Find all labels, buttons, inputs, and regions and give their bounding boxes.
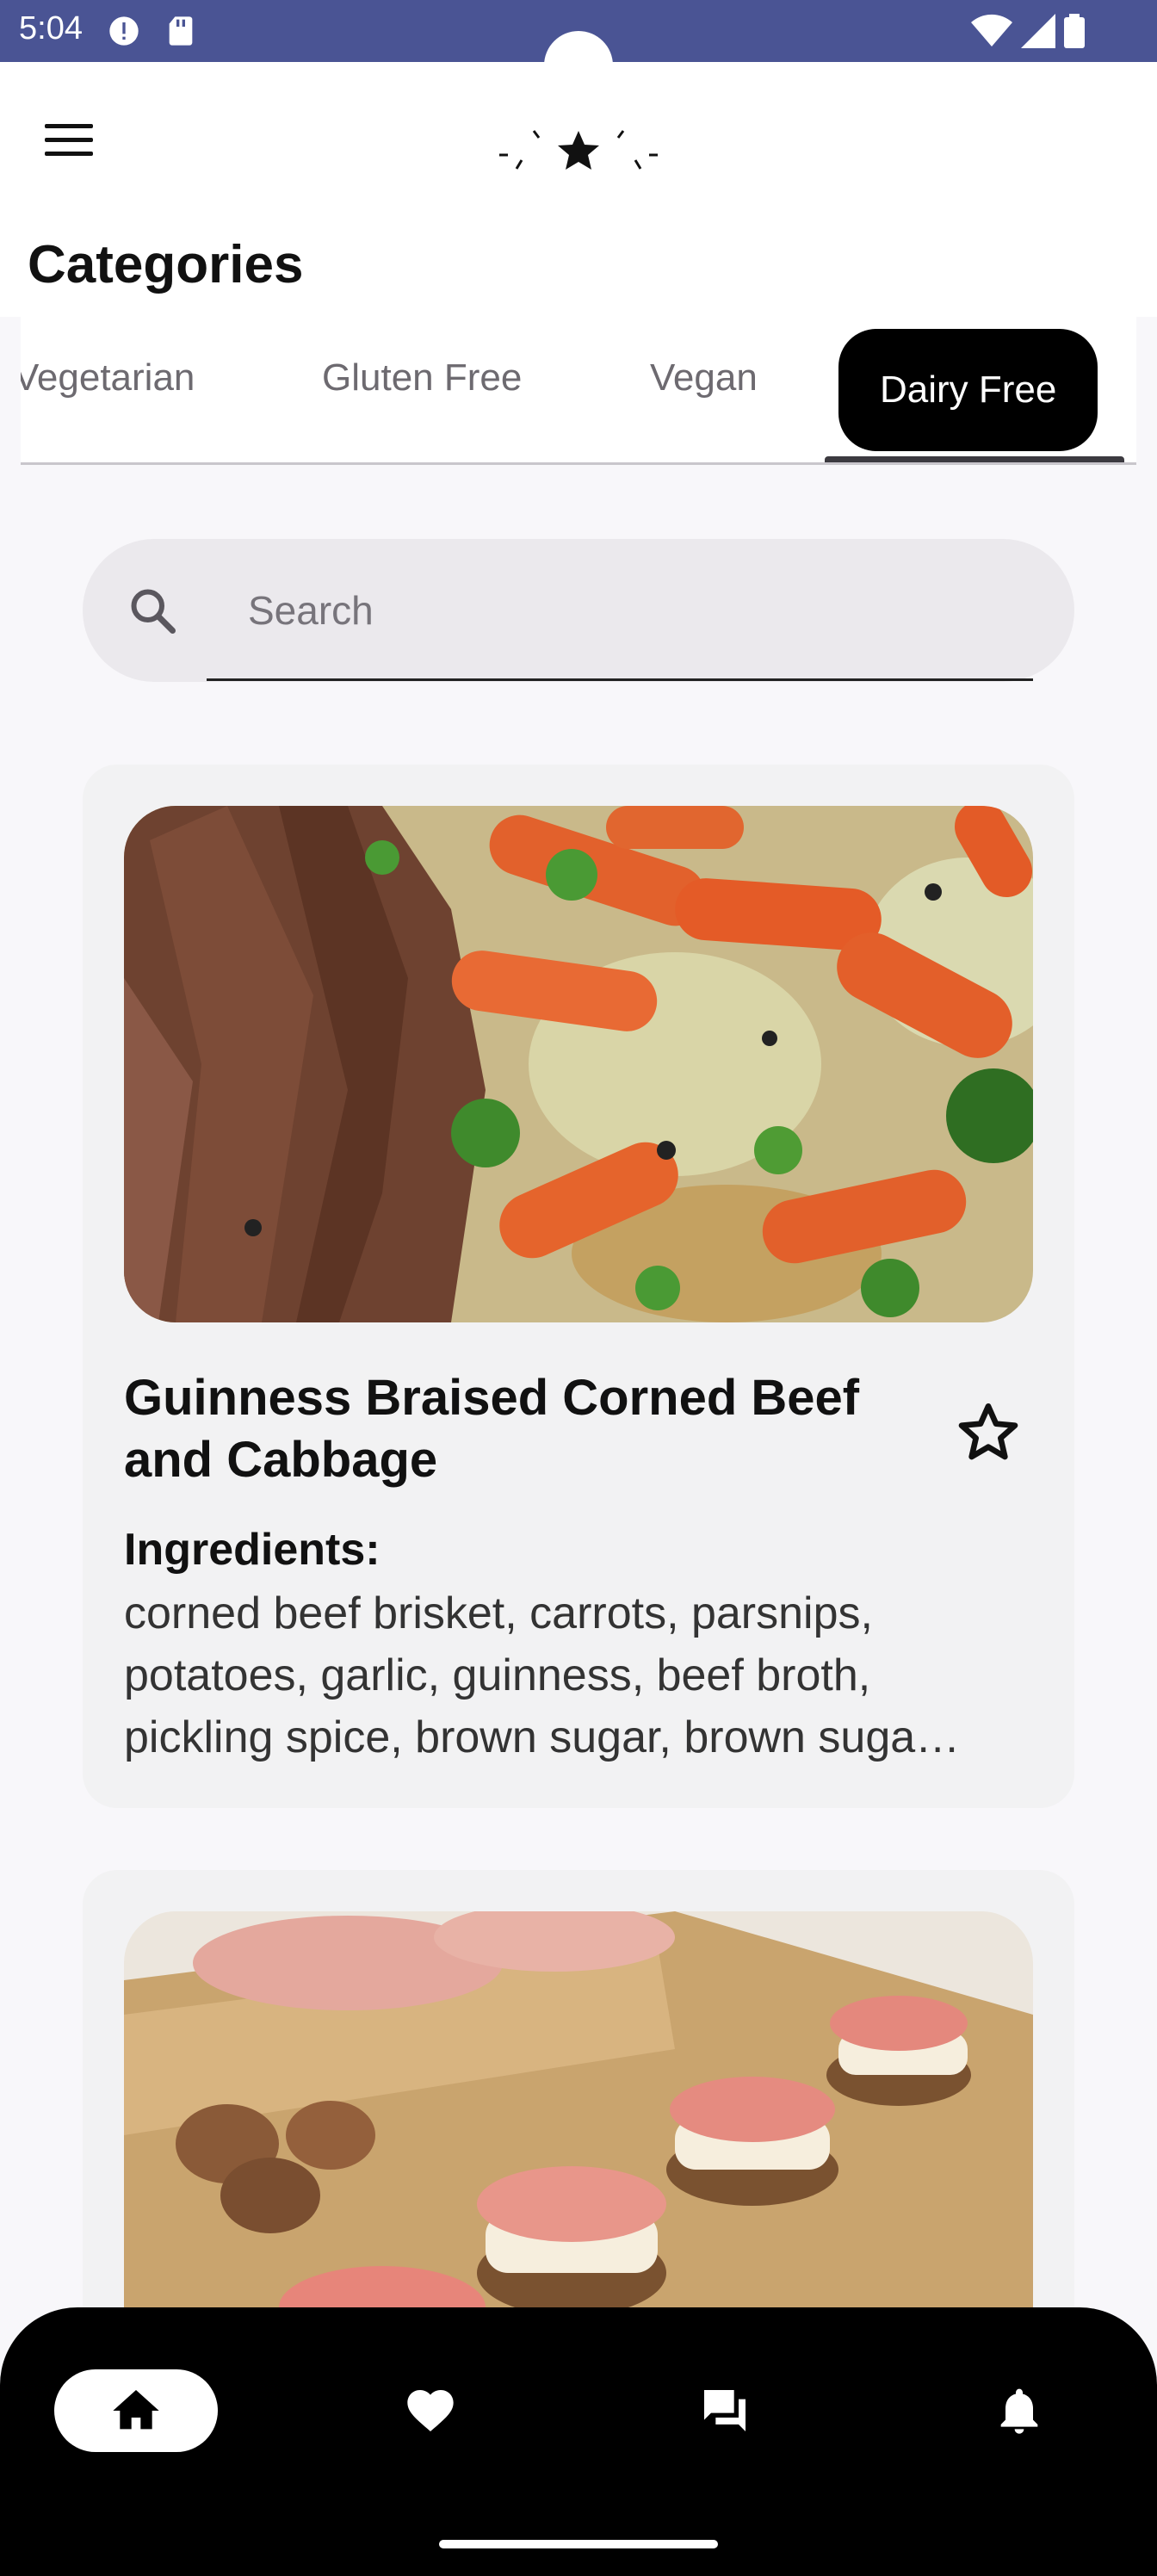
search-underline: [207, 678, 1033, 681]
chat-icon: [704, 2390, 746, 2431]
search-placeholder: Search: [248, 588, 374, 633]
recipe-card[interactable]: Guinness Braised Corned Beef and Cabbage…: [83, 765, 1074, 1808]
recipe-image: [124, 806, 1033, 1322]
status-time: 5:04: [19, 10, 83, 46]
search-icon: [131, 589, 176, 634]
nav-home[interactable]: [54, 2369, 218, 2452]
ingredients-label: Ingredients:: [124, 1525, 381, 1575]
tab-dairy-free[interactable]: Dairy Free: [838, 329, 1098, 451]
bottom-navigation: [0, 2307, 1157, 2576]
menu-icon: [45, 124, 93, 128]
nav-favorites[interactable]: [349, 2369, 512, 2452]
heart-icon: [407, 2390, 454, 2431]
nav-notifications[interactable]: [937, 2369, 1101, 2452]
menu-button[interactable]: [45, 124, 100, 165]
category-tabs: Vegetarian Gluten Free Vegan Dairy Free: [21, 315, 1136, 465]
star-icon[interactable]: [954, 1398, 1023, 1467]
search-input[interactable]: Search: [83, 539, 1074, 682]
ingredients-text: corned beef brisket, carrots, parsnips, …: [124, 1588, 961, 1762]
wifi-icon: [971, 14, 1012, 46]
tab-vegetarian[interactable]: Vegetarian: [21, 356, 195, 399]
tab-gluten-free[interactable]: Gluten Free: [322, 356, 522, 399]
battery-icon: [1064, 14, 1085, 48]
tab-vegan[interactable]: Vegan: [650, 356, 758, 399]
sd-card-icon: [169, 16, 193, 46]
nav-chat[interactable]: [643, 2369, 807, 2452]
bell-icon: [1000, 2388, 1038, 2434]
recipe-title[interactable]: Guinness Braised Corned Beef and Cabbage: [124, 1367, 916, 1491]
star-sparkle-logo: [499, 130, 658, 170]
tab-indicator: [825, 456, 1124, 462]
page-title: Categories: [28, 235, 304, 294]
home-icon: [113, 2390, 159, 2430]
signal-icon: [1021, 14, 1055, 48]
alert-circle-icon: [109, 16, 139, 46]
home-indicator[interactable]: [439, 2540, 718, 2548]
